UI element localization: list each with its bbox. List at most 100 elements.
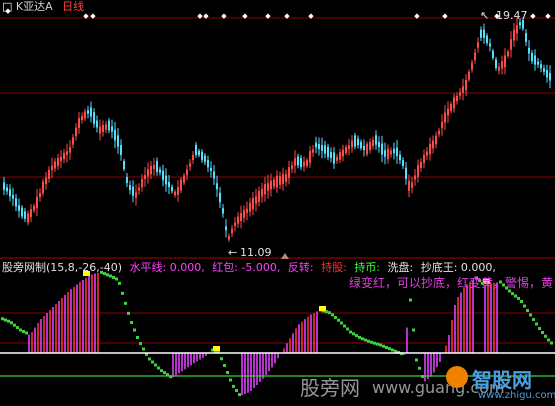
candle-body [60,156,62,162]
indicator-dot [370,340,373,344]
indicator-dot [382,344,385,348]
candle-body [321,145,323,151]
candle-body [195,144,197,156]
candle-body [507,51,509,57]
candle-body [129,185,131,190]
candle-body [21,207,23,217]
candle-body [327,146,329,158]
indicator-item-level: 水平线: 0.000, [129,261,205,274]
candle-body [51,165,53,171]
star-marker-icon: ◆ [308,12,314,20]
indicator-dot [346,327,349,331]
indicator-dot [388,347,391,351]
candle-body [186,169,188,176]
candle-body [132,186,134,196]
indicator-dot [532,318,535,321]
indicator-dot [547,338,550,342]
candle-body [474,52,476,60]
star-marker-icon: ◆ [242,12,248,20]
candle-body [84,111,86,119]
candle-body [81,115,83,121]
candle-body [108,120,110,131]
candle-body [516,25,518,34]
indicator-item-bottom: 抄底王: 0.000, [420,261,496,274]
candle-body [138,187,140,191]
indicator-dot [535,322,538,326]
indicator-dot [121,291,124,295]
candle-body [27,213,29,223]
candle-body [492,50,494,58]
indicator-dot [13,323,16,327]
indicator-item-wash: 洗盘: [387,261,417,274]
candle-body [270,180,272,190]
candle-body [384,150,386,157]
candle-body [264,184,266,195]
candle-body [153,164,155,170]
indicator-item-cash: 持币: [354,261,384,274]
indicator-dot [235,389,238,392]
indicator-dot [541,331,544,334]
candle-body [543,68,545,72]
candle-body [147,169,149,177]
candle-body [237,216,239,224]
indicator-dot [22,330,25,333]
indicator-dot [112,276,115,279]
candle-body [375,135,377,145]
high-price-annotation: ↖ 19.47 [480,9,528,22]
indicator-dot [25,331,28,335]
candle-body [120,145,122,155]
candle-body [396,147,398,157]
candle-body [9,189,11,197]
candle-body [159,169,161,173]
star-marker-icon: ◆ [530,12,536,20]
candle-body [438,130,440,135]
candle-body [489,43,491,47]
candle-body [459,92,461,96]
candle-body [387,148,389,160]
chart-stage: ◆ ◆ ◆ ◆ ◆ ◆ ◆ ◆ ◆ ◆ ◆ ◆◆◆ ◆ ↖ 19.47 ← 11.09 [0,7,555,397]
candle-body [294,158,296,166]
indicator-dot [364,338,367,342]
candle-body [279,175,281,185]
candle-body [354,135,356,147]
candle-body [39,192,41,198]
indicator-dot [7,319,10,323]
candle-body [546,70,548,78]
candle-body [12,195,14,199]
indicator-dot [151,360,154,364]
candle-body [501,61,503,69]
indicator-item-hold: 持股: [321,261,351,274]
period-label[interactable]: 日线 [62,0,84,13]
indicator-dot [511,292,514,296]
indicator-dot [142,347,145,351]
stock-name: K亚达A [15,0,53,13]
indicator-dot [373,341,376,345]
indicator-dot [349,330,352,334]
candle-body [102,124,104,133]
candle-body [114,129,116,141]
candle-body [465,79,467,91]
candle-body [141,178,143,188]
candle-body [150,165,152,175]
candle-body [228,235,230,240]
candle-body [504,55,506,68]
indicator-dot [412,328,415,332]
indicator-dot [229,378,232,382]
candle-body [510,39,512,50]
candle-body [345,147,347,153]
indicator-dot [361,337,364,341]
candle-body [225,226,227,231]
indicator-dot [538,327,541,330]
candle-body [201,151,203,161]
candle-body [417,165,419,177]
indicator-dot [376,342,379,346]
indicator-name[interactable]: 股旁网制 [2,261,46,274]
candle-body [30,209,32,218]
candle-body [468,71,470,80]
triangle-marker-icon [281,253,289,259]
candle-body [360,141,362,149]
candle-body [519,22,521,26]
candle-body [3,182,5,190]
candle-body [198,150,200,156]
indicator-dot [130,321,133,324]
